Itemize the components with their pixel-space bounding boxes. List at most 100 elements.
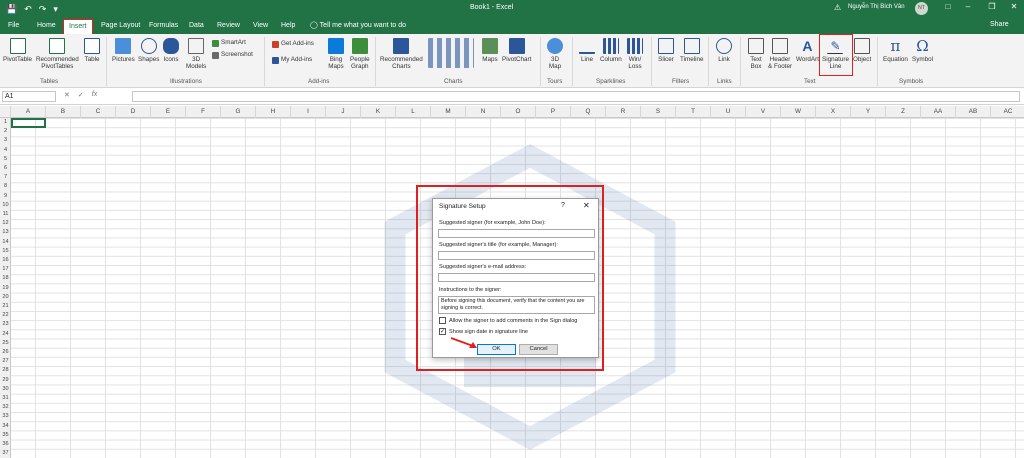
people-graph-button[interactable]: People Graph — [350, 38, 370, 70]
share-button[interactable]: Share — [990, 21, 1009, 28]
3d-map-button[interactable]: 3D Map — [547, 38, 563, 70]
undo-icon[interactable]: ↶ — [24, 3, 32, 15]
column-header-i[interactable]: I — [291, 106, 326, 118]
get-addins-button[interactable]: Get Add-ins — [272, 40, 314, 48]
pivottable-button[interactable]: PivotTable — [3, 38, 32, 63]
column-header-j[interactable]: J — [326, 106, 361, 118]
column-header-n[interactable]: N — [466, 106, 501, 118]
email-input[interactable] — [438, 273, 595, 282]
tell-me-search[interactable]: ◯ Tell me what you want to do — [310, 21, 406, 29]
screenshot-button[interactable]: Screenshot — [212, 51, 253, 59]
close-icon[interactable]: ✕ — [583, 201, 590, 210]
tab-help[interactable]: Help — [281, 21, 295, 31]
row-header-25[interactable]: 25 — [0, 339, 11, 348]
row-header-2[interactable]: 2 — [0, 127, 11, 136]
row-header-3[interactable]: 3 — [0, 136, 11, 145]
formula-input[interactable] — [132, 91, 1020, 102]
row-header-29[interactable]: 29 — [0, 376, 11, 385]
maps-button[interactable]: Maps — [482, 38, 498, 63]
sparkline-column-button[interactable]: Column — [600, 38, 622, 63]
row-header-31[interactable]: 31 — [0, 394, 11, 403]
recommended-charts-button[interactable]: Recommended Charts — [380, 38, 423, 70]
recommended-pivottables-button[interactable]: Recommended PivotTables — [36, 38, 79, 70]
shapes-button[interactable]: Shapes — [138, 38, 159, 63]
help-button[interactable]: ? — [561, 202, 565, 209]
row-header-4[interactable]: 4 — [0, 146, 11, 155]
fx-icon[interactable]: fx — [92, 91, 97, 99]
row-header-14[interactable]: 14 — [0, 238, 11, 247]
column-header-o[interactable]: O — [501, 106, 536, 118]
chart-types-grid[interactable] — [428, 38, 474, 70]
object-button[interactable]: Object — [853, 38, 871, 63]
tab-review[interactable]: Review — [217, 21, 240, 31]
column-header-g[interactable]: G — [221, 106, 256, 118]
slicer-button[interactable]: Slicer — [658, 38, 674, 63]
my-addins-button[interactable]: My Add-ins — [272, 56, 312, 64]
tab-data[interactable]: Data — [189, 21, 204, 31]
row-header-34[interactable]: 34 — [0, 422, 11, 431]
ok-button[interactable]: OK — [477, 344, 516, 355]
selected-cell-a1[interactable] — [11, 118, 46, 128]
column-header-k[interactable]: K — [361, 106, 396, 118]
row-header-12[interactable]: 12 — [0, 219, 11, 228]
column-header-m[interactable]: M — [431, 106, 466, 118]
smartart-button[interactable]: SmartArt — [212, 39, 246, 47]
column-header-e[interactable]: E — [151, 106, 186, 118]
symbol-button[interactable]: Ω Symbol — [912, 38, 933, 63]
restore-icon[interactable]: ❐ — [984, 2, 1000, 11]
instructions-textarea[interactable]: Before signing this document, verify tha… — [438, 296, 595, 314]
signer-title-input[interactable] — [438, 251, 595, 260]
column-header-s[interactable]: S — [641, 106, 676, 118]
bing-maps-button[interactable]: Bing Maps — [328, 38, 344, 70]
tab-formulas[interactable]: Formulas — [149, 21, 178, 31]
row-header-20[interactable]: 20 — [0, 293, 11, 302]
cancel-icon[interactable]: ✕ — [64, 91, 70, 99]
row-header-11[interactable]: 11 — [0, 210, 11, 219]
tab-page-layout[interactable]: Page Layout — [101, 21, 140, 31]
ribbon-display-icon[interactable]: □ — [940, 2, 956, 11]
row-header-17[interactable]: 17 — [0, 265, 11, 274]
select-all-corner[interactable] — [0, 106, 11, 118]
row-header-30[interactable]: 30 — [0, 385, 11, 394]
row-header-35[interactable]: 35 — [0, 431, 11, 440]
column-header-w[interactable]: W — [781, 106, 816, 118]
customize-icon[interactable]: ▾ — [53, 3, 58, 15]
column-header-f[interactable]: F — [186, 106, 221, 118]
equation-button[interactable]: π Equation — [883, 38, 908, 63]
row-header-18[interactable]: 18 — [0, 274, 11, 283]
icons-button[interactable]: Icons — [163, 38, 179, 63]
3d-models-button[interactable]: 3D Models — [186, 38, 206, 70]
row-header-33[interactable]: 33 — [0, 412, 11, 421]
header-footer-button[interactable]: Header & Footer — [768, 38, 792, 70]
column-header-v[interactable]: V — [746, 106, 781, 118]
column-header-y[interactable]: Y — [851, 106, 886, 118]
signer-input[interactable] — [438, 229, 595, 238]
avatar[interactable]: NT — [915, 2, 928, 15]
column-header-c[interactable]: C — [81, 106, 116, 118]
pictures-button[interactable]: Pictures — [112, 38, 135, 63]
row-header-7[interactable]: 7 — [0, 173, 11, 182]
show-date-option[interactable]: ✓ Show sign date in signature line — [439, 328, 528, 335]
column-header-p[interactable]: P — [536, 106, 571, 118]
row-header-28[interactable]: 28 — [0, 366, 11, 375]
name-box[interactable]: A1 — [2, 91, 56, 102]
row-header-37[interactable]: 37 — [0, 449, 11, 458]
column-header-aa[interactable]: AA — [921, 106, 956, 118]
column-header-h[interactable]: H — [256, 106, 291, 118]
row-header-23[interactable]: 23 — [0, 320, 11, 329]
row-header-22[interactable]: 22 — [0, 311, 11, 320]
link-button[interactable]: Link — [716, 38, 732, 63]
row-header-6[interactable]: 6 — [0, 164, 11, 173]
redo-icon[interactable]: ↷ — [39, 3, 47, 15]
minimize-icon[interactable]: – — [960, 2, 976, 11]
row-header-10[interactable]: 10 — [0, 201, 11, 210]
text-box-button[interactable]: Text Box — [748, 38, 764, 70]
column-header-ac[interactable]: AC — [991, 106, 1024, 118]
wordart-button[interactable]: A WordArt — [796, 38, 819, 63]
save-icon[interactable]: 💾 — [6, 3, 17, 15]
column-header-d[interactable]: D — [116, 106, 151, 118]
column-header-x[interactable]: X — [816, 106, 851, 118]
row-header-21[interactable]: 21 — [0, 302, 11, 311]
sparkline-winloss-button[interactable]: Win/ Loss — [627, 38, 643, 70]
row-header-1[interactable]: 1 — [0, 118, 11, 127]
